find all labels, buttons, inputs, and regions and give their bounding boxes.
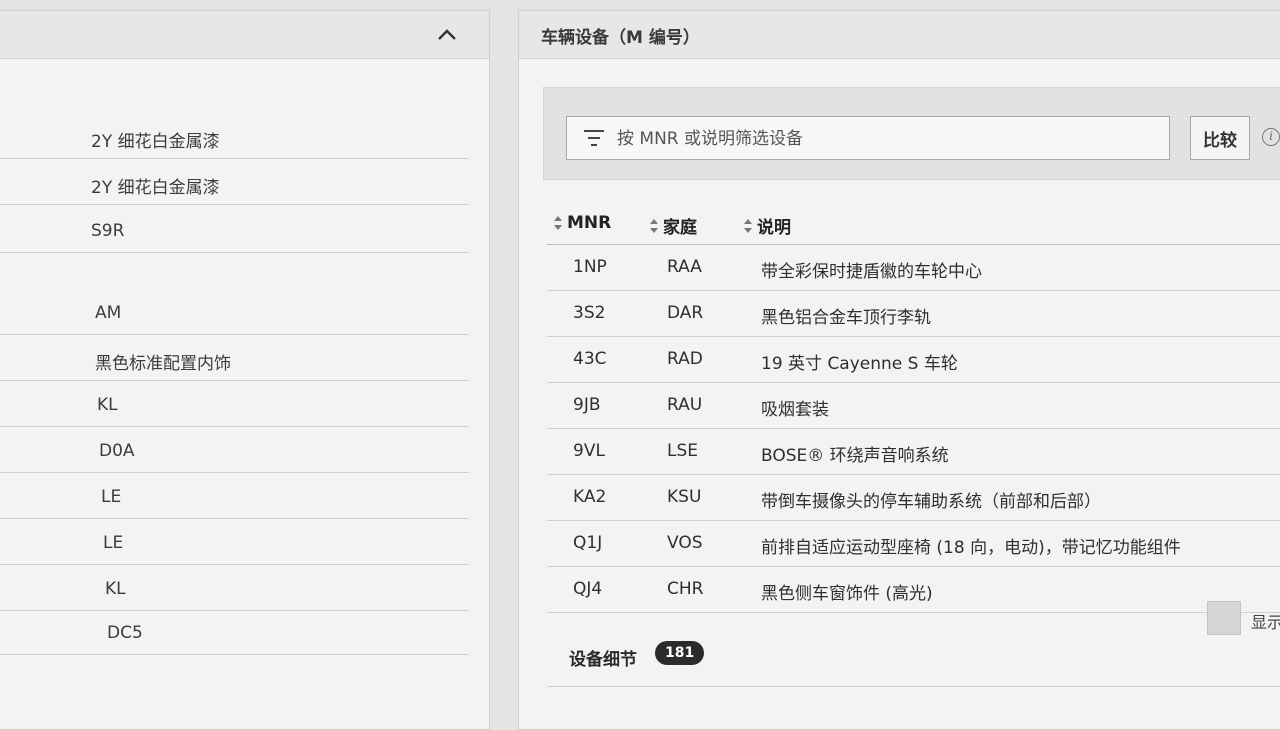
cell-mnr: 9VL	[573, 441, 605, 461]
cell-mnr: 9JB	[573, 395, 601, 415]
left-panel-header	[0, 11, 489, 59]
cell-description: 吸烟套装	[761, 400, 829, 420]
list-item[interactable]: 2Y 细花白金属漆	[0, 159, 469, 205]
list-item-label: 2Y 细花白金属漆	[91, 178, 220, 198]
chevron-up-icon	[438, 29, 456, 40]
cell-family: RAU	[667, 395, 703, 415]
list-item-label: S9R	[91, 221, 125, 241]
collapse-button[interactable]	[435, 23, 459, 47]
cell-family: RAD	[667, 349, 703, 369]
cell-mnr: Q1J	[573, 533, 603, 553]
sort-icon	[554, 216, 562, 230]
list-item[interactable]: LE	[0, 519, 469, 565]
cell-family: RAA	[667, 257, 702, 277]
column-header-mnr[interactable]: MNR	[553, 213, 611, 233]
cell-description: 19 英寸 Cayenne S 车轮	[761, 354, 958, 374]
list-item[interactable]: 2Y 细花白金属漆	[0, 113, 469, 159]
table-row[interactable]: 3S2 DAR 黑色铝合金车顶行李轨	[547, 291, 1280, 337]
cell-description: 带全彩保时捷盾徽的车轮中心	[761, 262, 982, 282]
left-panel: 2Y 细花白金属漆 2Y 细花白金属漆 S9R AM 黑色标准配置内饰 KL D0A LE LE…	[0, 10, 490, 730]
list-item[interactable]: AM	[0, 289, 469, 335]
table-row[interactable]: 9JB RAU 吸烟套装	[547, 383, 1280, 429]
list-item-label: D0A	[99, 441, 135, 461]
cell-family: VOS	[667, 533, 703, 553]
list-item-label: 黑色标准配置内饰	[95, 354, 231, 374]
cell-description: 黑色侧车窗饰件 (高光)	[761, 584, 933, 604]
equipment-panel-header: 车辆设备（M 编号）	[519, 11, 1280, 59]
cell-mnr: 3S2	[573, 303, 606, 323]
list-item[interactable]: KL	[0, 565, 469, 611]
table-header: MNR 家庭 说明	[547, 205, 1280, 245]
cell-family: DAR	[667, 303, 704, 323]
filter-input[interactable]	[615, 117, 1159, 161]
cell-description: BOSE® 环绕声音响系统	[761, 446, 949, 466]
equipment-panel: 车辆设备（M 编号） 比较 i MNR 家庭 说明 1NP RAA 带全彩保时捷盾徽…	[518, 10, 1280, 730]
cell-description: 黑色铝合金车顶行李轨	[761, 308, 931, 328]
cell-family: CHR	[667, 579, 704, 599]
info-icon[interactable]: i	[1262, 128, 1280, 146]
list-item-label: KL	[97, 395, 118, 415]
column-label-description: 说明	[757, 218, 791, 238]
list-item-label: DC5	[107, 623, 143, 643]
list-item-label: LE	[101, 487, 122, 507]
cell-mnr: KA2	[573, 487, 607, 507]
cell-mnr: 1NP	[573, 257, 607, 277]
column-header-family[interactable]: 家庭	[649, 213, 697, 238]
list-item-label: 2Y 细花白金属漆	[91, 132, 220, 152]
table-row[interactable]: 1NP RAA 带全彩保时捷盾徽的车轮中心	[547, 245, 1280, 291]
sort-icon	[650, 218, 658, 233]
details-label: 设备细节	[569, 650, 637, 670]
column-label-mnr: MNR	[567, 213, 612, 233]
cell-description: 带倒车摄像头的停车辅助系统（前部和后部）	[761, 492, 1101, 512]
list-item[interactable]: KL	[0, 381, 469, 427]
column-label-family: 家庭	[663, 218, 697, 238]
cell-family: LSE	[667, 441, 699, 461]
filter-field[interactable]	[566, 116, 1170, 161]
column-header-description[interactable]: 说明	[743, 213, 791, 238]
compare-button[interactable]: 比较	[1190, 116, 1250, 160]
details-count-badge: 181	[655, 641, 705, 665]
table-row[interactable]: QJ4 CHR 黑色侧车窗饰件 (高光)	[547, 567, 1280, 613]
list-item[interactable]: LE	[0, 473, 469, 519]
cell-description: 前排自适应运动型座椅 (18 向，电动)，带记忆功能组件	[761, 538, 1181, 558]
list-item-label: AM	[95, 303, 122, 323]
list-item[interactable]: D0A	[0, 427, 469, 473]
equipment-details-row[interactable]: 设备细节 181	[547, 629, 1280, 687]
list-item[interactable]: 黑色标准配置内饰	[0, 335, 469, 381]
list-item-label: LE	[103, 533, 124, 553]
sort-icon	[744, 218, 752, 233]
list-item[interactable]: S9R	[0, 207, 469, 253]
table-row[interactable]: KA2 KSU 带倒车摄像头的停车辅助系统（前部和后部）	[547, 475, 1280, 521]
table-row[interactable]: Q1J VOS 前排自适应运动型座椅 (18 向，电动)，带记忆功能组件	[547, 521, 1280, 567]
panel-title: 车辆设备（M 编号）	[541, 28, 700, 48]
list-item[interactable]: DC5	[0, 609, 469, 655]
filter-icon	[584, 130, 604, 146]
list-item-label: KL	[105, 579, 126, 599]
table-row[interactable]: 9VL LSE BOSE® 环绕声音响系统	[547, 429, 1280, 475]
filter-bar: 比较 i	[543, 87, 1280, 180]
cell-mnr: 43C	[573, 349, 607, 369]
cell-mnr: QJ4	[573, 579, 603, 599]
table-row[interactable]: 43C RAD 19 英寸 Cayenne S 车轮	[547, 337, 1280, 383]
cell-family: KSU	[667, 487, 702, 507]
